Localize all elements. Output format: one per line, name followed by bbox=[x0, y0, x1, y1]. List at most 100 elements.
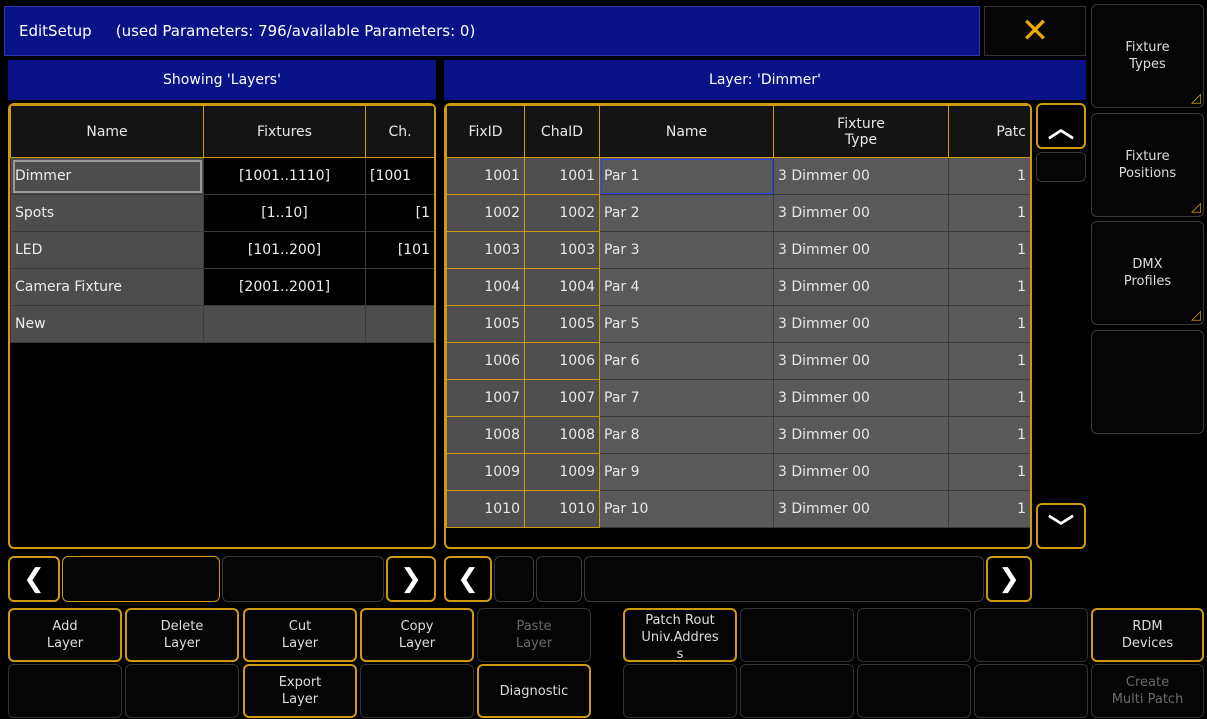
paste-layer-button[interactable]: Paste Layer bbox=[477, 608, 591, 662]
table-row[interactable]: 1005 1005 Par 53 Dimmer 00 1 bbox=[446, 305, 1030, 343]
fixture-type[interactable]: 3 Dimmer 00 bbox=[773, 305, 949, 343]
layer-fixtures[interactable]: [1..10] bbox=[203, 194, 366, 232]
layer-channels[interactable]: [1 bbox=[365, 194, 434, 232]
cha-id[interactable]: 1007 bbox=[524, 379, 600, 417]
patch[interactable]: 1 bbox=[948, 194, 1030, 232]
layer-name[interactable]: LED bbox=[10, 231, 204, 269]
fixture-types-button[interactable]: Fixture Types ◿ bbox=[1091, 4, 1204, 108]
layer-name[interactable]: Dimmer bbox=[10, 157, 204, 195]
layer-channels[interactable]: [1001 bbox=[365, 157, 434, 195]
column-header-name[interactable]: Name bbox=[599, 105, 774, 158]
create-multi-patch-button[interactable]: Create Multi Patch bbox=[1091, 664, 1204, 718]
table-row[interactable]: 1002 1002 Par 23 Dimmer 00 1 bbox=[446, 194, 1030, 232]
delete-layer-button[interactable]: Delete Layer bbox=[125, 608, 239, 662]
dmx-profiles-button[interactable]: DMX Profiles ◿ bbox=[1091, 221, 1204, 325]
column-header-fixid[interactable]: FixID bbox=[446, 105, 525, 158]
table-row[interactable]: Camera Fixture [2001..2001] bbox=[10, 268, 434, 306]
fix-id[interactable]: 1009 bbox=[446, 453, 525, 491]
fixture-type[interactable]: 3 Dimmer 00 bbox=[773, 416, 949, 454]
table-row[interactable]: 1009 1009 Par 93 Dimmer 00 1 bbox=[446, 453, 1030, 491]
patch-route-button[interactable]: Patch Rout Univ.Addres s bbox=[623, 608, 737, 662]
fixture-name[interactable]: Par 7 bbox=[599, 379, 774, 417]
column-header-channels[interactable]: Ch. bbox=[365, 105, 434, 158]
fix-id[interactable]: 1005 bbox=[446, 305, 525, 343]
patch[interactable]: 1 bbox=[948, 157, 1030, 195]
copy-layer-button[interactable]: Copy Layer bbox=[360, 608, 474, 662]
empty-button[interactable] bbox=[740, 608, 854, 662]
patch[interactable]: 1 bbox=[948, 379, 1030, 417]
patch[interactable]: 1 bbox=[948, 305, 1030, 343]
table-row[interactable]: 1007 1007 Par 73 Dimmer 00 1 bbox=[446, 379, 1030, 417]
layer-channels[interactable]: [101 bbox=[365, 231, 434, 269]
table-row[interactable]: 1006 1006 Par 63 Dimmer 00 1 bbox=[446, 342, 1030, 380]
scroll-left-button[interactable]: ❮ bbox=[8, 556, 60, 602]
fix-id[interactable]: 1010 bbox=[446, 490, 525, 528]
fixture-type[interactable]: 3 Dimmer 00 bbox=[773, 157, 949, 195]
cha-id[interactable]: 1008 bbox=[524, 416, 600, 454]
layer-name[interactable]: Camera Fixture bbox=[10, 268, 204, 306]
scroll-right-button[interactable]: ❯ bbox=[386, 556, 436, 602]
fixture-type[interactable]: 3 Dimmer 00 bbox=[773, 453, 949, 491]
fix-id[interactable]: 1001 bbox=[446, 157, 525, 195]
fixture-type[interactable]: 3 Dimmer 00 bbox=[773, 231, 949, 269]
fix-id[interactable]: 1004 bbox=[446, 268, 525, 306]
empty-button[interactable] bbox=[740, 664, 854, 718]
column-header-patch[interactable]: Patc bbox=[948, 105, 1030, 158]
fixture-name[interactable]: Par 3 bbox=[599, 231, 774, 269]
fixture-type[interactable]: 3 Dimmer 00 bbox=[773, 379, 949, 417]
cha-id[interactable]: 1001 bbox=[524, 157, 600, 195]
fixture-name[interactable]: Par 10 bbox=[599, 490, 774, 528]
horizontal-scrollbar-thumb-right[interactable] bbox=[536, 556, 582, 602]
patch[interactable]: 1 bbox=[948, 416, 1030, 454]
cha-id[interactable]: 1010 bbox=[524, 490, 600, 528]
fix-id[interactable]: 1008 bbox=[446, 416, 525, 454]
empty-button[interactable] bbox=[125, 664, 239, 718]
fixture-name[interactable]: Par 5 bbox=[599, 305, 774, 343]
diagnostic-button[interactable]: Diagnostic bbox=[477, 664, 591, 718]
empty-button[interactable] bbox=[857, 608, 971, 662]
vertical-scrollbar-thumb[interactable] bbox=[1036, 152, 1086, 182]
cha-id[interactable]: 1004 bbox=[524, 268, 600, 306]
fixture-positions-button[interactable]: Fixture Positions ◿ bbox=[1091, 113, 1204, 217]
table-row[interactable]: Spots [1..10] [1 bbox=[10, 194, 434, 232]
fixture-name[interactable]: Par 8 bbox=[599, 416, 774, 454]
table-row[interactable]: New bbox=[10, 305, 434, 343]
horizontal-scrollbar-rest[interactable] bbox=[584, 556, 984, 602]
table-row[interactable]: 1003 1003 Par 33 Dimmer 00 1 bbox=[446, 231, 1030, 269]
horizontal-scrollbar-track[interactable] bbox=[222, 556, 384, 602]
layer-fixtures[interactable] bbox=[203, 305, 366, 343]
empty-button[interactable] bbox=[8, 664, 122, 718]
layer-fixtures[interactable]: [1001..1110] bbox=[203, 157, 366, 195]
export-layer-button[interactable]: Export Layer bbox=[243, 664, 357, 718]
fixture-name[interactable]: Par 9 bbox=[599, 453, 774, 491]
side-empty-button[interactable] bbox=[1091, 330, 1204, 434]
column-header-name[interactable]: Name bbox=[10, 105, 204, 158]
fixture-type[interactable]: 3 Dimmer 00 bbox=[773, 490, 949, 528]
table-row[interactable]: 1001 1001 Par 13 Dimmer 00 1 bbox=[446, 157, 1030, 195]
horizontal-scrollbar-track-right[interactable] bbox=[494, 556, 534, 602]
cha-id[interactable]: 1003 bbox=[524, 231, 600, 269]
fix-id[interactable]: 1007 bbox=[446, 379, 525, 417]
scroll-right-button-right[interactable]: ❯ bbox=[986, 556, 1032, 602]
fixture-type[interactable]: 3 Dimmer 00 bbox=[773, 342, 949, 380]
fixture-name[interactable]: Par 6 bbox=[599, 342, 774, 380]
cha-id[interactable]: 1005 bbox=[524, 305, 600, 343]
fixture-name[interactable]: Par 1 bbox=[599, 157, 774, 195]
table-row[interactable]: 1008 1008 Par 83 Dimmer 00 1 bbox=[446, 416, 1030, 454]
column-header-fixture-type[interactable]: Fixture Type bbox=[773, 105, 949, 158]
fix-id[interactable]: 1003 bbox=[446, 231, 525, 269]
empty-button[interactable] bbox=[623, 664, 737, 718]
fixture-name[interactable]: Par 2 bbox=[599, 194, 774, 232]
fix-id[interactable]: 1006 bbox=[446, 342, 525, 380]
fixture-type[interactable]: 3 Dimmer 00 bbox=[773, 268, 949, 306]
layer-name[interactable]: New bbox=[10, 305, 204, 343]
scroll-left-button-right[interactable]: ❮ bbox=[444, 556, 492, 602]
patch[interactable]: 1 bbox=[948, 490, 1030, 528]
layer-fixtures[interactable]: [101..200] bbox=[203, 231, 366, 269]
add-layer-button[interactable]: Add Layer bbox=[8, 608, 122, 662]
cha-id[interactable]: 1006 bbox=[524, 342, 600, 380]
patch[interactable]: 1 bbox=[948, 342, 1030, 380]
layer-channels[interactable] bbox=[365, 305, 434, 343]
scroll-down-button[interactable]: ﹀ bbox=[1036, 503, 1086, 549]
patch[interactable]: 1 bbox=[948, 453, 1030, 491]
